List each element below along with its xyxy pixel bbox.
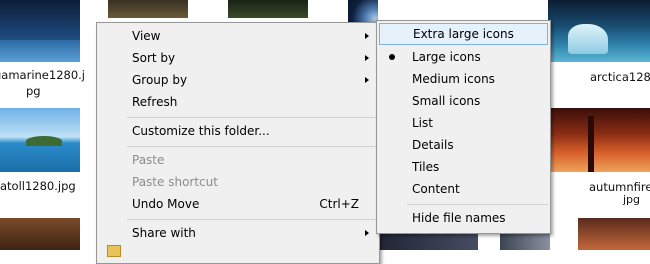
file-name-arctica[interactable]: arctica1280 — [590, 70, 650, 85]
file-name-aquamarine[interactable]: uamarine1280.j — [0, 68, 94, 83]
submenu-item-content[interactable]: Content — [379, 178, 548, 200]
menu-item-refresh[interactable]: Refresh — [99, 91, 377, 113]
folder-icon — [107, 245, 121, 257]
menu-item-view[interactable]: View — [99, 25, 377, 47]
thumbnail-autumnfire[interactable] — [548, 108, 650, 172]
submenu-item-list[interactable]: List — [379, 112, 548, 134]
menu-item-label: Details — [412, 138, 454, 152]
menu-separator — [127, 117, 377, 118]
menu-item-label: Share with — [132, 226, 196, 240]
thumbnail-atoll[interactable] — [0, 108, 80, 172]
menu-item-label: Small icons — [412, 94, 481, 108]
thumbnail-arctica[interactable] — [548, 0, 650, 62]
submenu-item-details[interactable]: Details — [379, 134, 548, 156]
submenu-item-small-icons[interactable]: Small icons — [379, 90, 548, 112]
submenu-arrow-icon — [365, 33, 369, 39]
menu-item-label: Medium icons — [412, 72, 495, 86]
file-name-aquamarine-ext[interactable]: pg — [26, 84, 66, 99]
menu-item-label: Refresh — [132, 95, 178, 109]
submenu-item-extra-large-icons[interactable]: Extra large icons — [379, 23, 548, 45]
menu-item-customize-folder[interactable]: Customize this folder... — [99, 120, 377, 142]
menu-item-label: Large icons — [412, 50, 481, 64]
submenu-item-large-icons[interactable]: Large icons — [379, 46, 548, 68]
menu-item-paste: Paste — [99, 149, 377, 171]
context-menu: View Sort by Group by Refresh Customize … — [96, 22, 380, 264]
menu-item-label: Customize this folder... — [132, 124, 270, 138]
thumbnail-image[interactable] — [228, 0, 308, 18]
menu-item-label: Sort by — [132, 51, 176, 65]
file-name-autumnfire-ext[interactable]: jpg — [623, 193, 640, 206]
menu-item-undo-move[interactable]: Undo Move Ctrl+Z — [99, 193, 377, 215]
menu-item-label: View — [132, 29, 161, 43]
menu-item-share-with[interactable]: Share with — [99, 222, 377, 244]
menu-separator — [127, 219, 377, 220]
menu-item-paste-shortcut: Paste shortcut — [99, 171, 377, 193]
view-submenu: Extra large icons Large icons Medium ico… — [376, 20, 551, 234]
selected-bullet-icon — [389, 54, 395, 60]
thumbnail-aquamarine[interactable] — [0, 0, 80, 62]
menu-item-group-by[interactable]: Group by — [99, 69, 377, 91]
menu-item-label: Paste — [132, 153, 165, 167]
file-name-autumnfire[interactable]: autumnfire1 — [589, 180, 650, 195]
menu-item-sort-by[interactable]: Sort by — [99, 47, 377, 69]
submenu-item-hide-file-names[interactable]: Hide file names — [379, 207, 548, 229]
menu-separator — [407, 204, 548, 205]
submenu-arrow-icon — [365, 230, 369, 236]
thumbnail-image[interactable] — [108, 0, 188, 18]
menu-separator — [127, 146, 377, 147]
menu-item-label: Extra large icons — [413, 27, 514, 41]
thumbnail-image[interactable] — [578, 218, 650, 250]
menu-item-label: Undo Move — [132, 197, 200, 211]
submenu-arrow-icon — [365, 77, 369, 83]
submenu-item-tiles[interactable]: Tiles — [379, 156, 548, 178]
menu-item-shortcut: Ctrl+Z — [319, 197, 359, 211]
menu-item-label: Content — [412, 182, 460, 196]
menu-item-label: Group by — [132, 73, 188, 87]
menu-item-label: Hide file names — [412, 211, 506, 225]
submenu-item-medium-icons[interactable]: Medium icons — [379, 68, 548, 90]
menu-item-label: Tiles — [412, 160, 440, 174]
file-name-atoll[interactable]: atoll1280.jpg — [0, 179, 90, 194]
menu-item-label: List — [412, 116, 433, 130]
thumbnail-image[interactable] — [0, 218, 80, 250]
menu-item-label: Paste shortcut — [132, 175, 218, 189]
submenu-arrow-icon — [365, 55, 369, 61]
